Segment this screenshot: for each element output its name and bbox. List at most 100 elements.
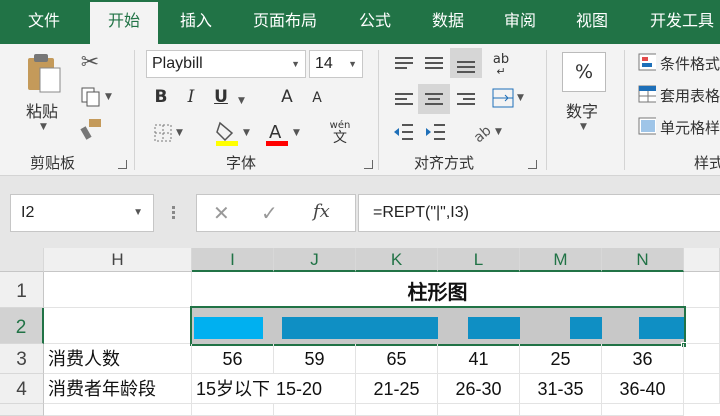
tab-page-layout[interactable]: 页面布局 bbox=[248, 0, 322, 44]
clipboard-launcher-icon[interactable] bbox=[118, 160, 127, 169]
percent-style-button[interactable]: % bbox=[562, 52, 606, 92]
svg-text:ab: ab bbox=[471, 123, 492, 143]
cell-h2[interactable] bbox=[44, 308, 192, 344]
value-cell[interactable]: 25 bbox=[520, 344, 602, 374]
tab-insert[interactable]: 插入 bbox=[176, 0, 216, 44]
column-header[interactable]: K bbox=[356, 248, 438, 272]
font-color-icon: A bbox=[266, 122, 289, 146]
row-header[interactable]: 2 bbox=[0, 308, 44, 344]
row-header[interactable] bbox=[0, 404, 44, 416]
conditional-label: 条件格式 bbox=[659, 54, 720, 73]
row-header[interactable]: 3 bbox=[0, 344, 44, 374]
age-cell[interactable]: 15岁以下 bbox=[192, 374, 274, 404]
cell[interactable] bbox=[192, 404, 274, 416]
tab-file[interactable]: 文件 bbox=[24, 0, 64, 44]
copy-button[interactable]: ▼ bbox=[76, 84, 116, 110]
column-header[interactable]: J bbox=[274, 248, 356, 272]
cell-h1[interactable] bbox=[44, 272, 192, 308]
select-all-corner[interactable] bbox=[0, 248, 44, 272]
font-size-combo[interactable]: 14 ▼ bbox=[309, 50, 363, 78]
row3-label-cell[interactable]: 消费人数 bbox=[44, 344, 192, 374]
chevron-down-icon[interactable]: ▼ bbox=[133, 195, 143, 231]
age-cell[interactable]: 21-25 bbox=[356, 374, 438, 404]
divider bbox=[378, 50, 379, 170]
age-cell[interactable]: 31-35 bbox=[520, 374, 602, 404]
formula-input[interactable]: =REPT("|",I3) bbox=[358, 194, 720, 232]
merge-center-button[interactable]: ▼ bbox=[486, 84, 530, 112]
column-header[interactable] bbox=[684, 248, 720, 272]
cell[interactable] bbox=[44, 404, 192, 416]
paste-dropdown-icon[interactable]: ▼ bbox=[40, 122, 47, 132]
format-painter-icon[interactable] bbox=[76, 116, 106, 142]
grow-font-button[interactable]: A bbox=[276, 84, 298, 110]
font-name-combo[interactable]: Playbill ▼ bbox=[146, 50, 306, 78]
tab-home[interactable]: 开始 bbox=[90, 2, 158, 44]
column-header[interactable]: I bbox=[192, 248, 274, 272]
column-header[interactable]: N bbox=[602, 248, 684, 272]
tab-review[interactable]: 审阅 bbox=[500, 0, 540, 44]
value-cell[interactable]: 36 bbox=[602, 344, 684, 374]
cell[interactable] bbox=[438, 404, 520, 416]
phonetic-guide-button[interactable]: wén 文 bbox=[318, 116, 362, 150]
name-box[interactable]: I2 ▼ bbox=[10, 194, 154, 232]
format-as-table-button[interactable]: 套用表格 bbox=[638, 82, 720, 108]
underline-dropdown-icon[interactable]: ▼ bbox=[238, 96, 245, 106]
bold-button[interactable]: B bbox=[150, 84, 172, 110]
cell[interactable] bbox=[520, 404, 602, 416]
cell[interactable] bbox=[684, 308, 720, 344]
font-color-button[interactable]: A ▼ bbox=[260, 118, 304, 148]
number-dropdown-icon[interactable]: ▼ bbox=[580, 122, 587, 132]
cell[interactable] bbox=[684, 344, 720, 374]
value-cell[interactable]: 59 bbox=[274, 344, 356, 374]
cancel-icon[interactable]: ✕ bbox=[213, 201, 230, 225]
cell-styles-button[interactable]: 单元格样 bbox=[638, 114, 720, 140]
cut-icon[interactable]: ✂ bbox=[76, 48, 104, 76]
age-cell[interactable]: 15-20 bbox=[274, 374, 356, 404]
column-header[interactable]: L bbox=[438, 248, 520, 272]
underline-button[interactable]: U bbox=[210, 84, 232, 110]
italic-button[interactable]: I bbox=[180, 84, 202, 110]
cell[interactable] bbox=[602, 404, 684, 416]
orientation-button[interactable]: ab ▼ bbox=[464, 118, 508, 146]
tab-data[interactable]: 数据 bbox=[428, 0, 468, 44]
align-right-icon[interactable] bbox=[454, 86, 478, 112]
more-options-icon[interactable] bbox=[172, 204, 176, 222]
cell[interactable] bbox=[274, 404, 356, 416]
alignment-launcher-icon[interactable] bbox=[528, 160, 537, 169]
increase-indent-icon[interactable] bbox=[422, 120, 448, 144]
font-launcher-icon[interactable] bbox=[364, 160, 373, 169]
borders-button[interactable]: ▼ bbox=[148, 120, 188, 146]
row-header[interactable]: 1 bbox=[0, 272, 44, 308]
value-cell[interactable]: 56 bbox=[192, 344, 274, 374]
paste-button[interactable] bbox=[20, 50, 68, 94]
row4-label-cell[interactable]: 消费者年龄段 bbox=[44, 374, 192, 404]
shrink-font-button[interactable]: A bbox=[306, 86, 328, 110]
bottom-align-icon[interactable] bbox=[450, 48, 482, 78]
decrease-indent-icon[interactable] bbox=[390, 120, 416, 144]
value-cell[interactable]: 65 bbox=[356, 344, 438, 374]
column-header[interactable]: H bbox=[44, 248, 192, 272]
tab-formulas[interactable]: 公式 bbox=[355, 0, 395, 44]
cell[interactable] bbox=[684, 374, 720, 404]
sheet-title-cell[interactable]: 柱形图 bbox=[192, 272, 684, 308]
cell[interactable] bbox=[684, 272, 720, 308]
tab-developer[interactable]: 开发工具 bbox=[644, 0, 720, 44]
paste-label[interactable]: 粘贴 bbox=[26, 98, 58, 122]
tab-view[interactable]: 视图 bbox=[572, 0, 612, 44]
conditional-formatting-button[interactable]: 条件格式 bbox=[638, 50, 720, 76]
align-center-icon[interactable] bbox=[418, 84, 450, 114]
number-format-label[interactable]: 数字 bbox=[566, 98, 598, 122]
row-header[interactable]: 4 bbox=[0, 374, 44, 404]
confirm-icon[interactable]: ✓ bbox=[261, 201, 278, 225]
age-cell[interactable]: 36-40 bbox=[602, 374, 684, 404]
age-cell[interactable]: 26-30 bbox=[438, 374, 520, 404]
middle-align-icon[interactable] bbox=[422, 50, 446, 76]
value-cell[interactable]: 41 bbox=[438, 344, 520, 374]
column-header[interactable]: M bbox=[520, 248, 602, 272]
cell[interactable] bbox=[356, 404, 438, 416]
align-left-icon[interactable] bbox=[392, 86, 416, 112]
insert-function-button[interactable]: fx bbox=[313, 201, 330, 222]
wrap-text-button[interactable]: ab ↵ bbox=[488, 50, 514, 80]
fill-color-button[interactable]: ▼ bbox=[210, 118, 254, 148]
top-align-icon[interactable] bbox=[392, 50, 416, 76]
